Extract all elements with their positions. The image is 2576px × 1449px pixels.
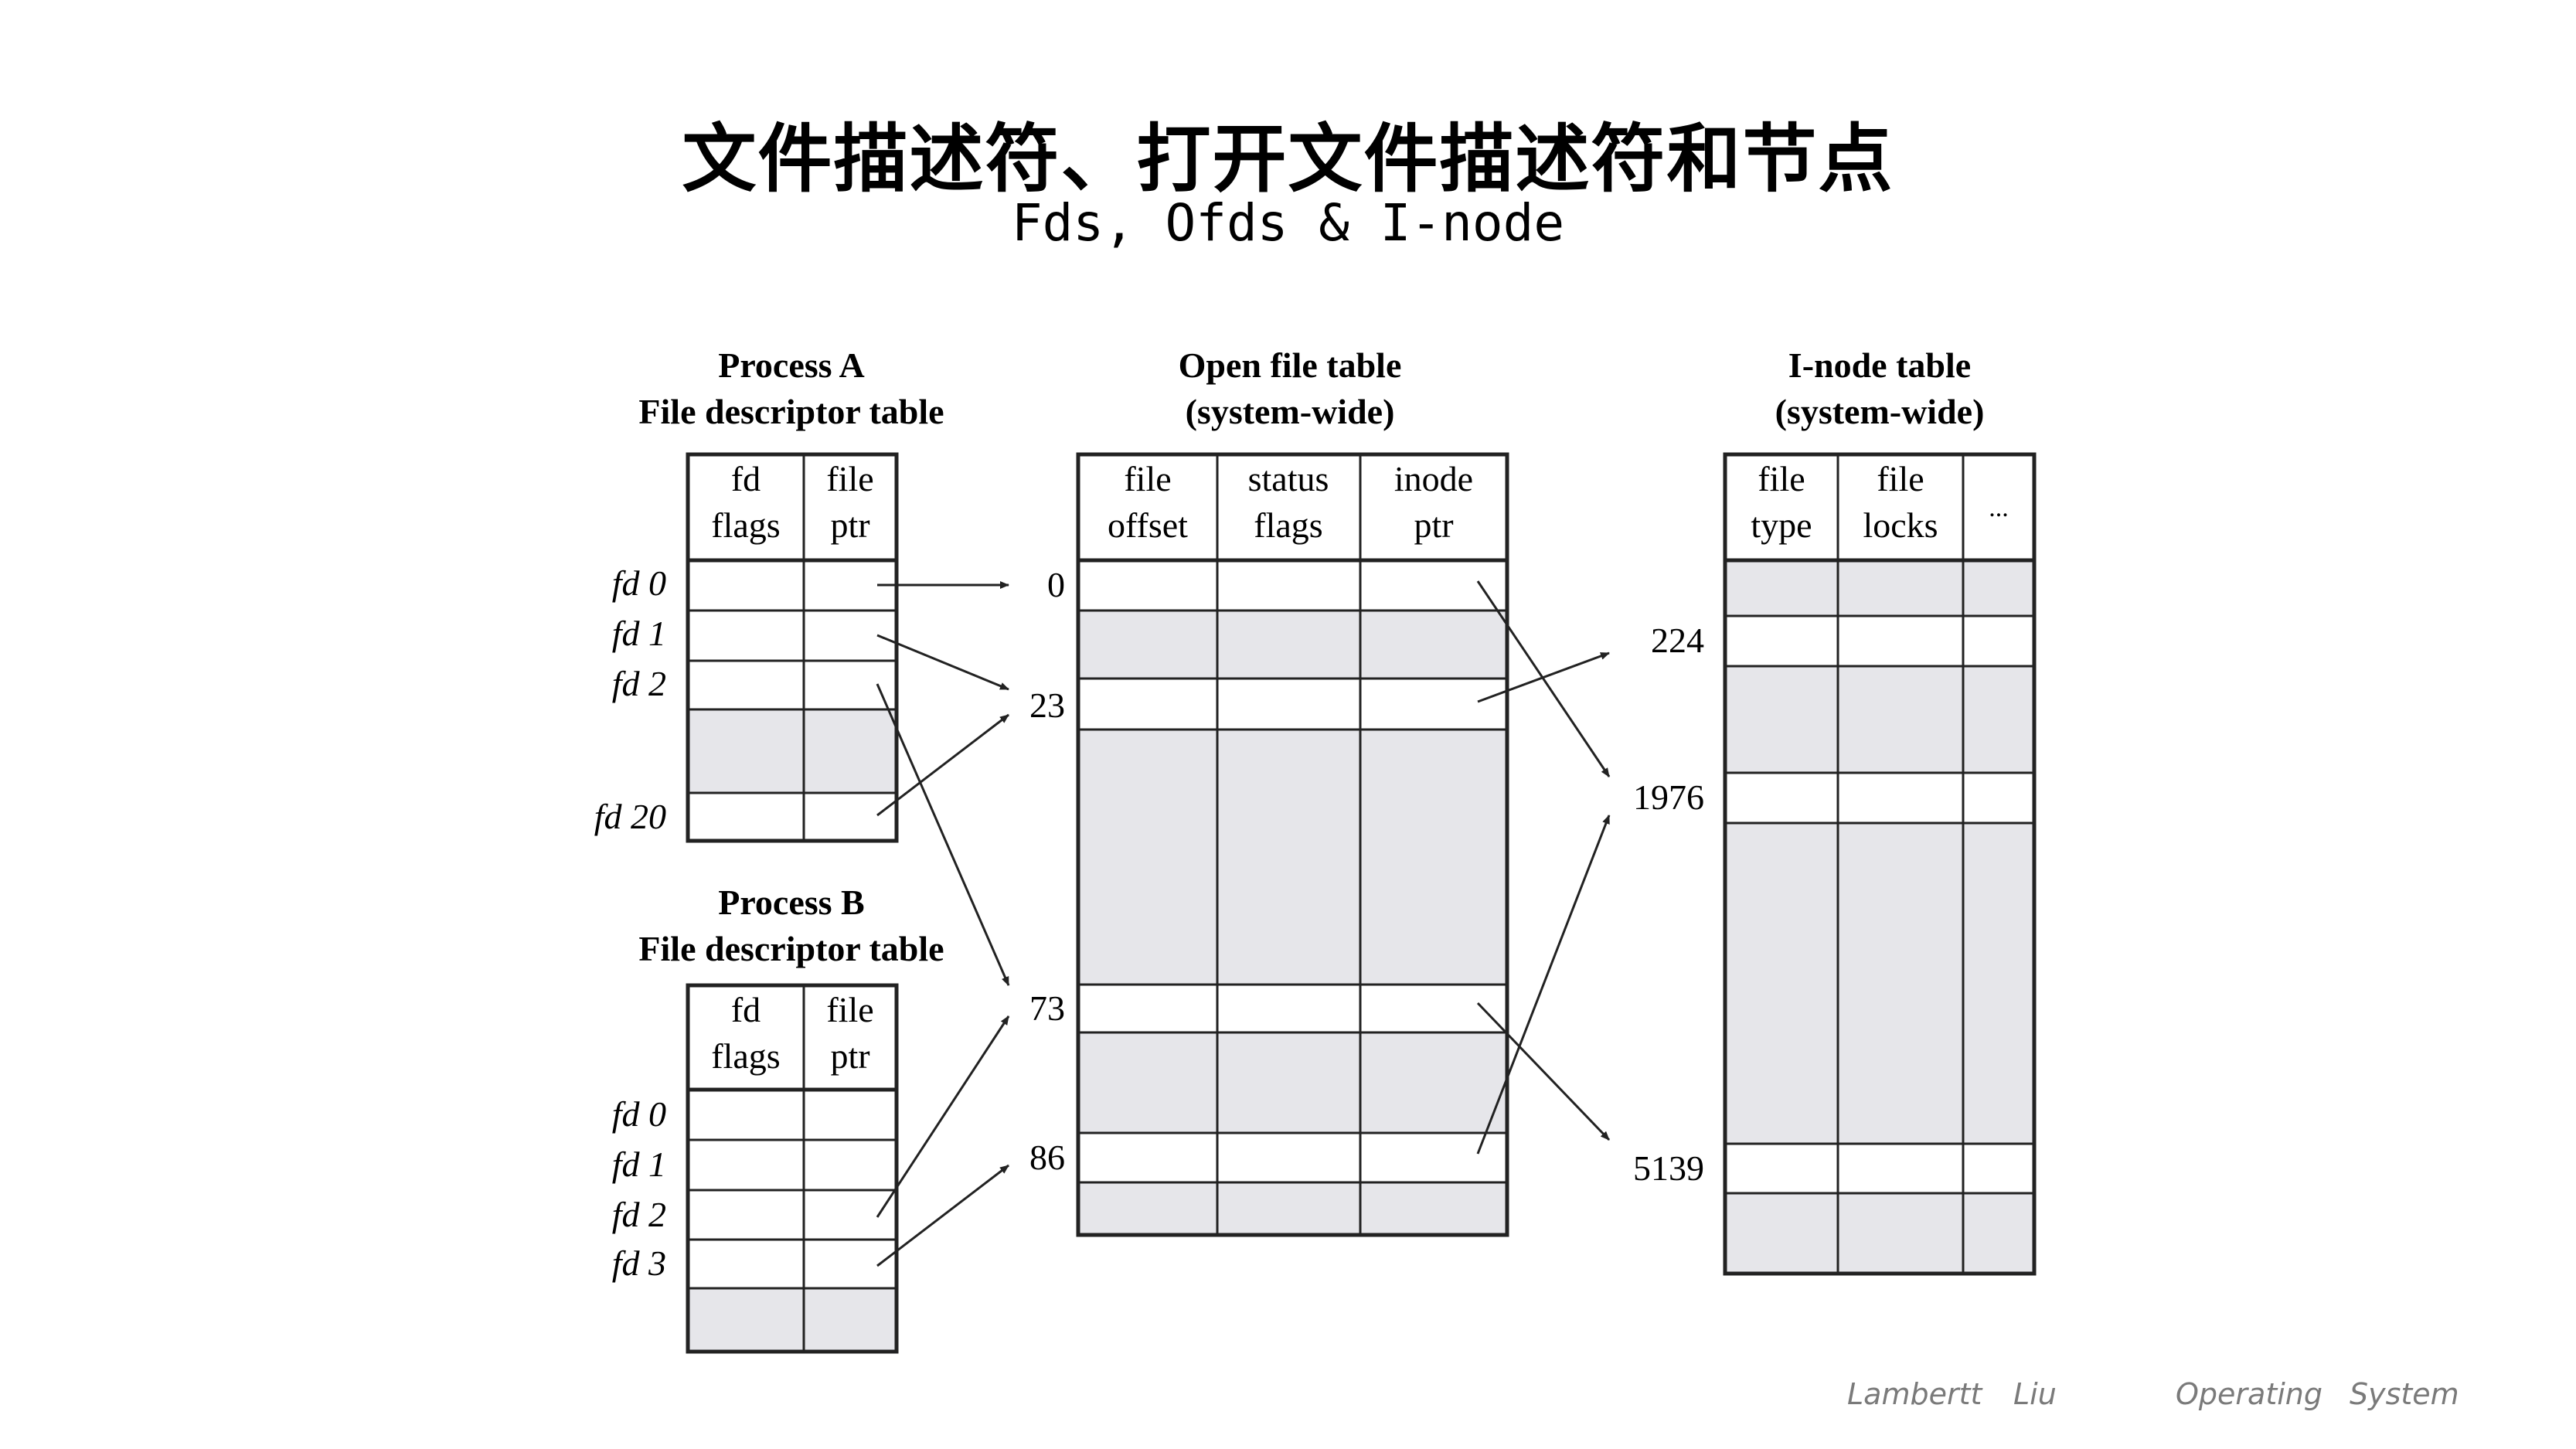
fd-label: fd 3 [612, 1243, 666, 1283]
footer-author-last: Liu [2013, 1377, 2057, 1411]
column-header: flags [1254, 505, 1322, 545]
index-label: 224 [1651, 621, 1704, 660]
shaded-rows [1725, 823, 2034, 1144]
footer-course-1: Operating [2176, 1377, 2322, 1411]
fd-label: fd 2 [612, 1195, 666, 1234]
index-label: 5139 [1633, 1148, 1704, 1188]
column-header: flags [711, 1036, 780, 1076]
shaded-rows [1078, 730, 1507, 985]
column-header: fd [731, 459, 761, 498]
shaded-rows [1078, 1032, 1507, 1133]
index-label: 86 [1029, 1138, 1065, 1177]
footer-author-first: Lambertt [1847, 1377, 1982, 1411]
column-header: fd [731, 990, 761, 1029]
shaded-rows [1725, 666, 2034, 773]
open-file-table-subheading: (system-wide) [1186, 392, 1395, 431]
fd-label: fd 20 [594, 797, 666, 836]
file-descriptor-diagram: Process A File descriptor table fd flags… [594, 345, 2037, 1354]
index-label: 1976 [1633, 777, 1704, 817]
unused-row [688, 1288, 897, 1352]
unused-row [688, 709, 897, 793]
footer-course-2: System [2350, 1377, 2459, 1411]
open-file-table: Open file table (system-wide) file offse… [1029, 345, 1509, 1237]
column-header: file [826, 990, 873, 1029]
process-b-heading: Process B [718, 883, 865, 922]
column-header: locks [1863, 505, 1938, 545]
column-header: inode [1394, 459, 1473, 498]
column-header: type [1751, 505, 1812, 545]
process-b-table: Process B File descriptor table fd flags… [612, 883, 944, 1354]
column-header: offset [1108, 505, 1188, 545]
column-header: file [1124, 459, 1171, 498]
process-b-subheading: File descriptor table [638, 929, 944, 968]
column-header: flags [711, 505, 780, 545]
process-a-heading: Process A [718, 345, 865, 385]
column-header: ptr [830, 505, 869, 545]
index-label: 23 [1029, 685, 1065, 725]
inode-table-heading: I-node table [1788, 345, 1971, 385]
fd-label: fd 0 [612, 563, 666, 603]
process-a-subheading: File descriptor table [638, 392, 944, 431]
process-a-table: Process A File descriptor table fd flags… [594, 345, 944, 843]
column-header: file [1758, 459, 1805, 498]
shaded-rows [1078, 1182, 1507, 1235]
open-file-table-heading: Open file table [1179, 345, 1402, 385]
column-header: file [826, 459, 873, 498]
inode-table: I-node table (system-wide) file type fil… [1633, 345, 2037, 1276]
column-header-ellipsis: ... [1989, 494, 2009, 522]
column-header: ptr [1414, 505, 1453, 545]
fd-label: fd 0 [612, 1094, 666, 1134]
shaded-rows [1725, 560, 2034, 616]
inode-table-subheading: (system-wide) [1775, 392, 1985, 431]
fd-label: fd 1 [612, 1145, 666, 1184]
shaded-rows [1725, 1193, 2034, 1274]
fd-label: fd 1 [612, 614, 666, 653]
index-label: 73 [1029, 988, 1065, 1028]
fd-label: fd 2 [612, 664, 666, 703]
column-header: ptr [830, 1036, 869, 1076]
shaded-rows [1078, 611, 1507, 679]
column-header: file [1877, 459, 1924, 498]
index-label: 0 [1047, 565, 1065, 604]
column-header: status [1248, 459, 1329, 498]
